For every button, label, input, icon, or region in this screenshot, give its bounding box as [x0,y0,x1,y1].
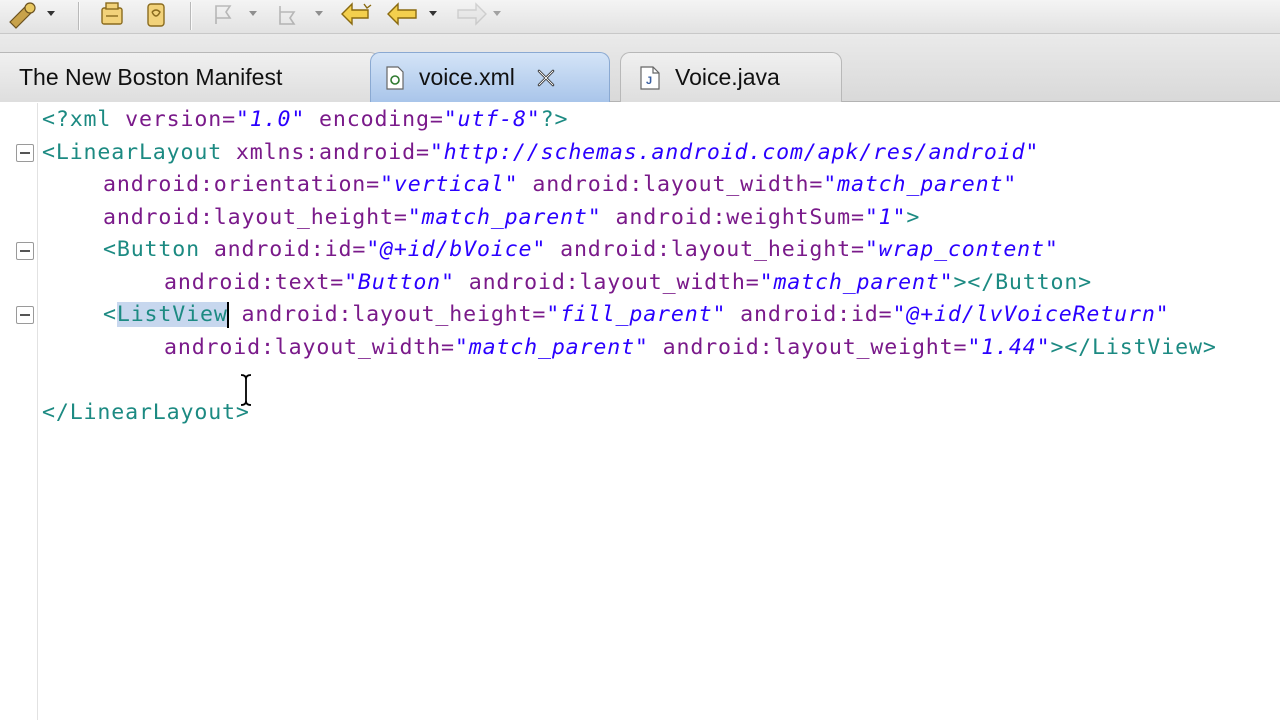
next-annotation-icon[interactable] [208,0,242,30]
chevron-down-icon[interactable] [314,8,324,18]
external-tools-icon[interactable] [4,0,44,30]
code-area[interactable]: <?xml version="1.0" encoding="utf-8"?> <… [42,103,1280,720]
forward-arrow-icon[interactable] [450,0,490,30]
previous-annotation-icon[interactable] [272,0,306,30]
fold-collapse-icon[interactable] [16,242,34,260]
toolbar-separator [190,2,191,30]
java-file-icon: J [639,65,661,90]
text-cursor-icon [240,373,252,407]
xml-file-icon [385,65,405,90]
tab-label: Voice.java [675,64,780,90]
toolbar-separator [78,2,79,30]
tab-label: voice.xml [419,64,515,90]
last-edit-location-icon[interactable] [338,0,378,30]
selected-text: ListView [116,302,228,327]
fold-collapse-icon[interactable] [16,306,34,324]
tab-voice-java[interactable]: J Voice.java [620,52,842,102]
code-line: <ListView android:layout_height="fill_pa… [103,302,1170,328]
editor-tab-bar: The New Boston Manifest J Voice.java voi… [0,34,1280,102]
chevron-down-icon[interactable] [248,8,258,18]
editor-gutter [0,103,38,720]
code-line: android:layout_width="match_parent" andr… [164,335,1217,360]
code-line: <Button android:id="@+id/bVoice" android… [103,237,1059,262]
chevron-down-icon[interactable] [428,8,438,18]
code-line: android:text="Button" android:layout_wid… [164,270,1093,295]
tab-manifest[interactable]: The New Boston Manifest [0,52,380,102]
android-sdk-manager-icon[interactable] [96,0,130,30]
fold-collapse-icon[interactable] [16,144,34,162]
code-line: android:layout_height="match_parent" and… [103,205,921,230]
tab-label: The New Boston Manifest [19,64,283,90]
code-line: </LinearLayout> [42,400,250,425]
code-line: <LinearLayout xmlns:android="http://sche… [42,140,1040,165]
chevron-down-icon[interactable] [492,8,502,18]
close-icon[interactable] [535,67,557,89]
back-arrow-icon[interactable] [384,0,424,30]
tab-voice-xml[interactable]: voice.xml [370,52,610,102]
toolbar [0,0,1280,34]
code-line: android:orientation="vertical" android:l… [103,172,1018,197]
avd-manager-icon[interactable] [140,0,174,30]
code-line: <?xml version="1.0" encoding="utf-8"?> [42,107,569,132]
xml-source-editor[interactable]: <?xml version="1.0" encoding="utf-8"?> <… [0,103,1280,720]
chevron-down-icon[interactable] [46,8,56,18]
svg-text:J: J [646,75,652,87]
